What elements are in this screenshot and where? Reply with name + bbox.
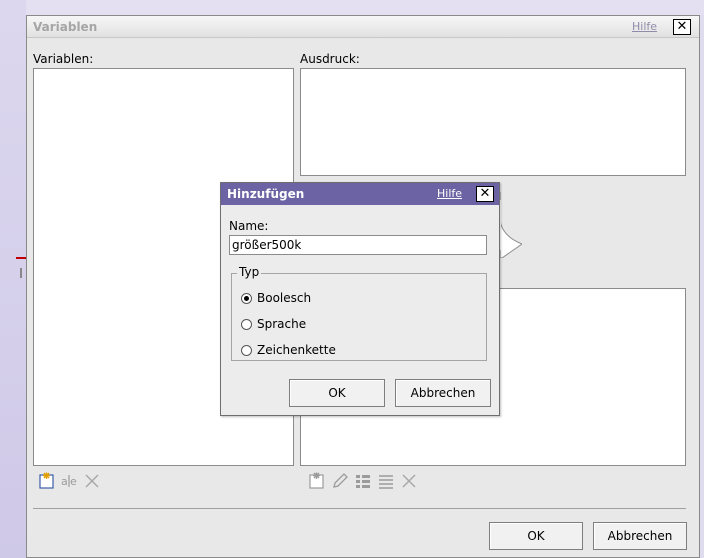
add-dialog-close-button[interactable]: ✕ — [476, 186, 494, 202]
help-link[interactable]: Hilfe — [632, 20, 657, 33]
radio-button[interactable] — [241, 319, 252, 330]
delete-icon[interactable] — [83, 472, 101, 490]
add-dialog-title: Hinzufügen — [227, 187, 305, 201]
background-strip — [0, 0, 26, 558]
dialog-titlebar[interactable]: Variablen Hilfe ✕ — [27, 16, 699, 38]
add-ok-button[interactable]: OK — [289, 379, 385, 407]
rename-icon[interactable]: a e — [61, 472, 79, 490]
svg-text:a: a — [61, 475, 68, 488]
add-dialog-help-link[interactable]: Hilfe — [437, 187, 462, 200]
radio-button-checked[interactable] — [241, 293, 252, 304]
background-marker-2 — [20, 268, 22, 278]
radio-label: Zeichenkette — [257, 343, 336, 357]
new-expression-icon[interactable] — [308, 472, 326, 490]
close-button[interactable]: ✕ — [673, 19, 691, 35]
align-icon[interactable] — [377, 472, 395, 490]
radio-label: Boolesch — [257, 291, 312, 305]
expression-field[interactable] — [300, 68, 686, 176]
new-variable-icon[interactable] — [38, 472, 56, 490]
dialog-title: Variablen — [33, 20, 98, 34]
add-cancel-button[interactable]: Abbrechen — [395, 379, 491, 407]
list-icon[interactable] — [354, 472, 372, 490]
radio-label: Sprache — [257, 317, 307, 331]
expression-label: Ausdruck: — [300, 52, 360, 66]
add-dialog: Hinzufügen Hilfe ✕ Name: größer500k Typ … — [220, 182, 500, 416]
ok-button[interactable]: OK — [489, 522, 583, 550]
pencil-icon[interactable] — [331, 472, 349, 490]
svg-text:e: e — [70, 475, 77, 488]
add-dialog-titlebar[interactable]: Hinzufügen Hilfe ✕ — [221, 183, 499, 205]
name-label: Name: — [229, 219, 269, 233]
radio-button[interactable] — [241, 345, 252, 356]
delete-expression-icon[interactable] — [400, 472, 418, 490]
name-input[interactable]: größer500k — [229, 235, 487, 255]
variables-label: Variablen: — [33, 52, 94, 66]
cancel-button[interactable]: Abbrechen — [593, 522, 687, 550]
background-top — [0, 0, 704, 15]
type-legend: Typ — [237, 265, 262, 279]
separator — [33, 508, 686, 509]
